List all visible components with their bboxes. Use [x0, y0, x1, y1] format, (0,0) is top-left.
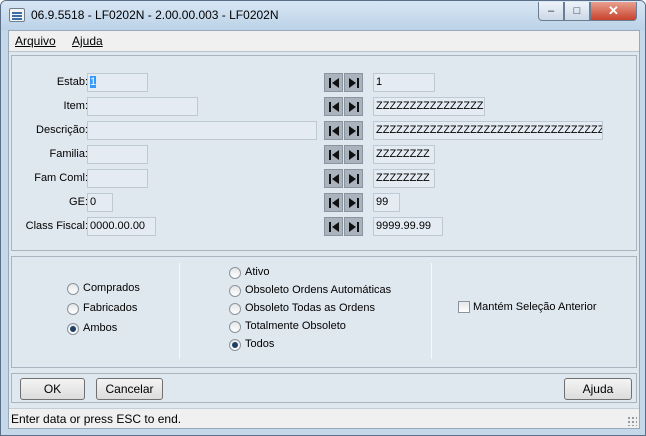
menu-bar: Arquivo Ajuda — [9, 31, 639, 51]
class-fiscal-to-field[interactable]: 9999.99.99 — [373, 217, 443, 236]
menu-ajuda[interactable]: Ajuda — [72, 34, 103, 48]
last-record-icon[interactable] — [344, 169, 363, 188]
radio-button[interactable] — [67, 283, 79, 295]
item-from-field[interactable] — [87, 97, 198, 116]
title-bar[interactable]: 06.9.5518 - LF0202N - 2.00.00.003 - LF02… — [1, 1, 645, 30]
last-record-icon[interactable] — [344, 217, 363, 236]
maximize-button[interactable]: □ — [564, 2, 590, 21]
item-label: Item: — [63, 100, 88, 112]
estab-label: Estab: — [56, 76, 88, 88]
last-record-icon[interactable] — [344, 121, 363, 140]
radio-button[interactable] — [229, 267, 241, 279]
radio-button[interactable] — [229, 285, 241, 297]
first-record-icon[interactable] — [324, 97, 343, 116]
familia-to-field[interactable]: ZZZZZZZZ — [373, 145, 435, 164]
button-bar: OK Cancelar Ajuda — [11, 373, 637, 403]
options-panel: Comprados Fabricados Ambos Ativo Obsolet… — [11, 256, 637, 368]
cancel-button[interactable]: Cancelar — [96, 378, 163, 400]
divider — [179, 263, 180, 359]
class-fiscal-label: Class Fiscal: — [25, 220, 88, 232]
help-button[interactable]: Ajuda — [564, 378, 632, 400]
last-record-icon[interactable] — [344, 193, 363, 212]
class-fiscal-from-field[interactable]: 0000.00.00 — [87, 217, 156, 236]
fam-coml-from-field[interactable] — [87, 169, 148, 188]
keep-selection-label: Mantém Seleção Anterior — [473, 301, 597, 313]
status-message: Enter data or press ESC to end. — [11, 412, 182, 426]
last-record-icon[interactable] — [344, 145, 363, 164]
first-record-icon[interactable] — [324, 169, 343, 188]
application-window: 06.9.5518 - LF0202N - 2.00.00.003 - LF02… — [0, 0, 646, 436]
familia-from-field[interactable] — [87, 145, 148, 164]
first-record-icon[interactable] — [324, 193, 343, 212]
estab-to-field[interactable]: 1 — [373, 73, 435, 92]
descricao-from-field[interactable] — [87, 121, 317, 140]
ge-from-field[interactable]: 0 — [87, 193, 113, 212]
familia-label: Familia: — [49, 148, 88, 160]
last-record-icon[interactable] — [344, 73, 363, 92]
radio-button[interactable] — [67, 323, 79, 335]
first-record-icon[interactable] — [324, 73, 343, 92]
radio-button[interactable] — [67, 303, 79, 315]
first-record-icon[interactable] — [324, 217, 343, 236]
fam-coml-label: Fam Coml: — [34, 172, 88, 184]
minimize-button[interactable]: – — [538, 2, 564, 21]
status-bar: Enter data or press ESC to end. — [9, 408, 639, 428]
radio-button[interactable] — [229, 303, 241, 315]
estab-from-field[interactable]: 1 — [87, 73, 148, 92]
window-title: 06.9.5518 - LF0202N - 2.00.00.003 - LF02… — [31, 8, 279, 22]
ok-button[interactable]: OK — [20, 378, 85, 400]
item-to-field[interactable]: ZZZZZZZZZZZZZZZZ — [373, 97, 485, 116]
descricao-to-field[interactable]: ZZZZZZZZZZZZZZZZZZZZZZZZZZZZZZZZZZZZZZZZ — [373, 121, 603, 140]
radio-button[interactable] — [229, 339, 241, 351]
ge-label: GE: — [69, 196, 88, 208]
ge-to-field[interactable]: 99 — [373, 193, 400, 212]
app-window-icon — [9, 8, 25, 22]
radio-button[interactable] — [229, 321, 241, 333]
descricao-label: Descrição: — [36, 124, 88, 136]
divider — [431, 263, 432, 359]
client-area: Arquivo Ajuda Estab: 1 1 Item: ZZZZZZZZZ… — [8, 30, 640, 429]
close-button[interactable]: ✕ — [590, 2, 637, 21]
resize-grip-icon[interactable] — [627, 416, 637, 426]
fam-coml-to-field[interactable]: ZZZZZZZZ — [373, 169, 435, 188]
form-content: Estab: 1 1 Item: ZZZZZZZZZZZZZZZZ Descri… — [9, 51, 639, 428]
first-record-icon[interactable] — [324, 121, 343, 140]
selection-range-panel: Estab: 1 1 Item: ZZZZZZZZZZZZZZZZ Descri… — [11, 55, 637, 251]
first-record-icon[interactable] — [324, 145, 343, 164]
menu-arquivo[interactable]: Arquivo — [15, 34, 56, 48]
last-record-icon[interactable] — [344, 97, 363, 116]
keep-selection-checkbox[interactable] — [458, 301, 470, 313]
